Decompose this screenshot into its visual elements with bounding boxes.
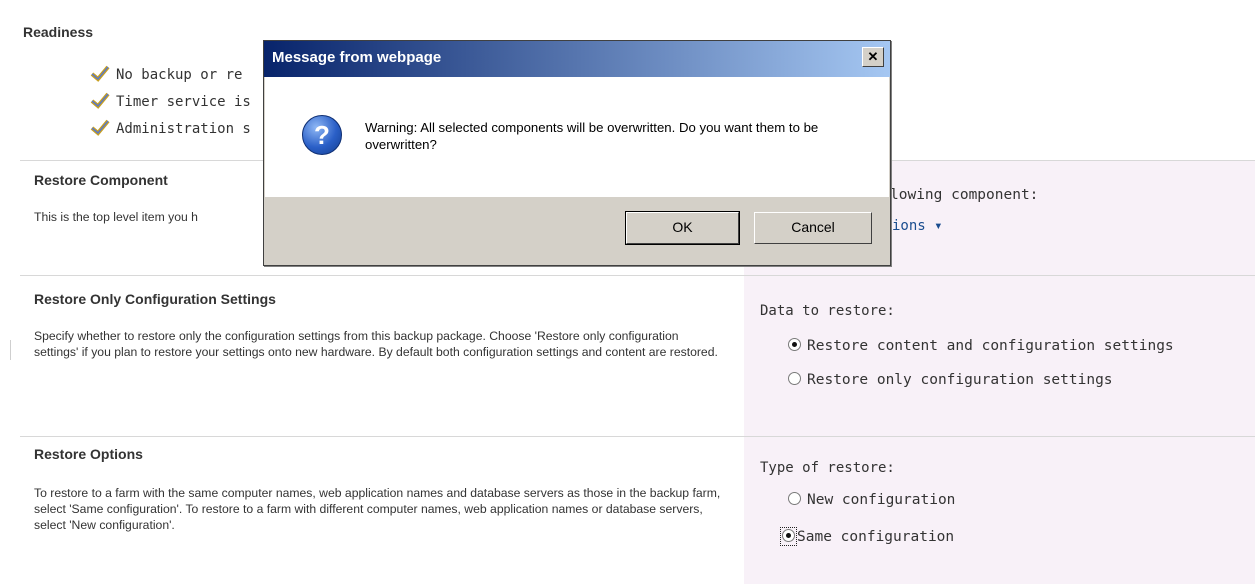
dialog-title-bar[interactable]: Message from webpage ✕ [264, 41, 890, 77]
restore-config-heading: Restore Only Configuration Settings [34, 291, 276, 307]
restore-options-description: To restore to a farm with the same compu… [34, 486, 721, 532]
check-icon [90, 91, 110, 109]
radio-button[interactable] [788, 372, 801, 385]
dialog-message: Warning: All selected components will be… [365, 120, 819, 152]
check-icon [90, 64, 110, 82]
type-of-restore-label: Type of restore: [760, 460, 895, 476]
message-dialog: Message from webpage ✕ ? Warning: All se… [263, 40, 891, 266]
readiness-item: Timer service is [90, 91, 251, 111]
ok-button[interactable]: OK [625, 211, 740, 245]
radio-button[interactable] [788, 492, 801, 505]
readiness-item: No backup or re [90, 64, 242, 84]
readiness-item: Administration s [90, 118, 251, 138]
left-edge-line [10, 340, 11, 360]
cancel-button[interactable]: Cancel [754, 212, 872, 244]
restore-options-heading: Restore Options [34, 446, 143, 462]
focus-indicator [780, 527, 797, 546]
radio-button[interactable] [782, 529, 795, 542]
radio-button[interactable] [788, 338, 801, 351]
close-icon[interactable]: ✕ [862, 47, 884, 67]
data-to-restore-label: Data to restore: [760, 303, 895, 319]
radio-same-configuration[interactable]: Same configuration [780, 527, 954, 549]
radio-new-configuration[interactable]: New configuration [788, 492, 955, 514]
question-icon: ? [302, 115, 342, 155]
component-label: lowing component: [890, 187, 1039, 203]
check-icon [90, 118, 110, 136]
restore-config-description: Specify whether to restore only the conf… [34, 329, 718, 359]
radio-restore-content-and-config[interactable]: Restore content and configuration settin… [788, 338, 1174, 360]
readiness-heading: Readiness [23, 24, 94, 40]
restore-component-heading: Restore Component [34, 172, 168, 188]
dialog-title: Message from webpage [272, 49, 442, 66]
component-menu-link[interactable]: ions ▾ [892, 218, 943, 234]
radio-restore-only-config[interactable]: Restore only configuration settings [788, 372, 1113, 394]
